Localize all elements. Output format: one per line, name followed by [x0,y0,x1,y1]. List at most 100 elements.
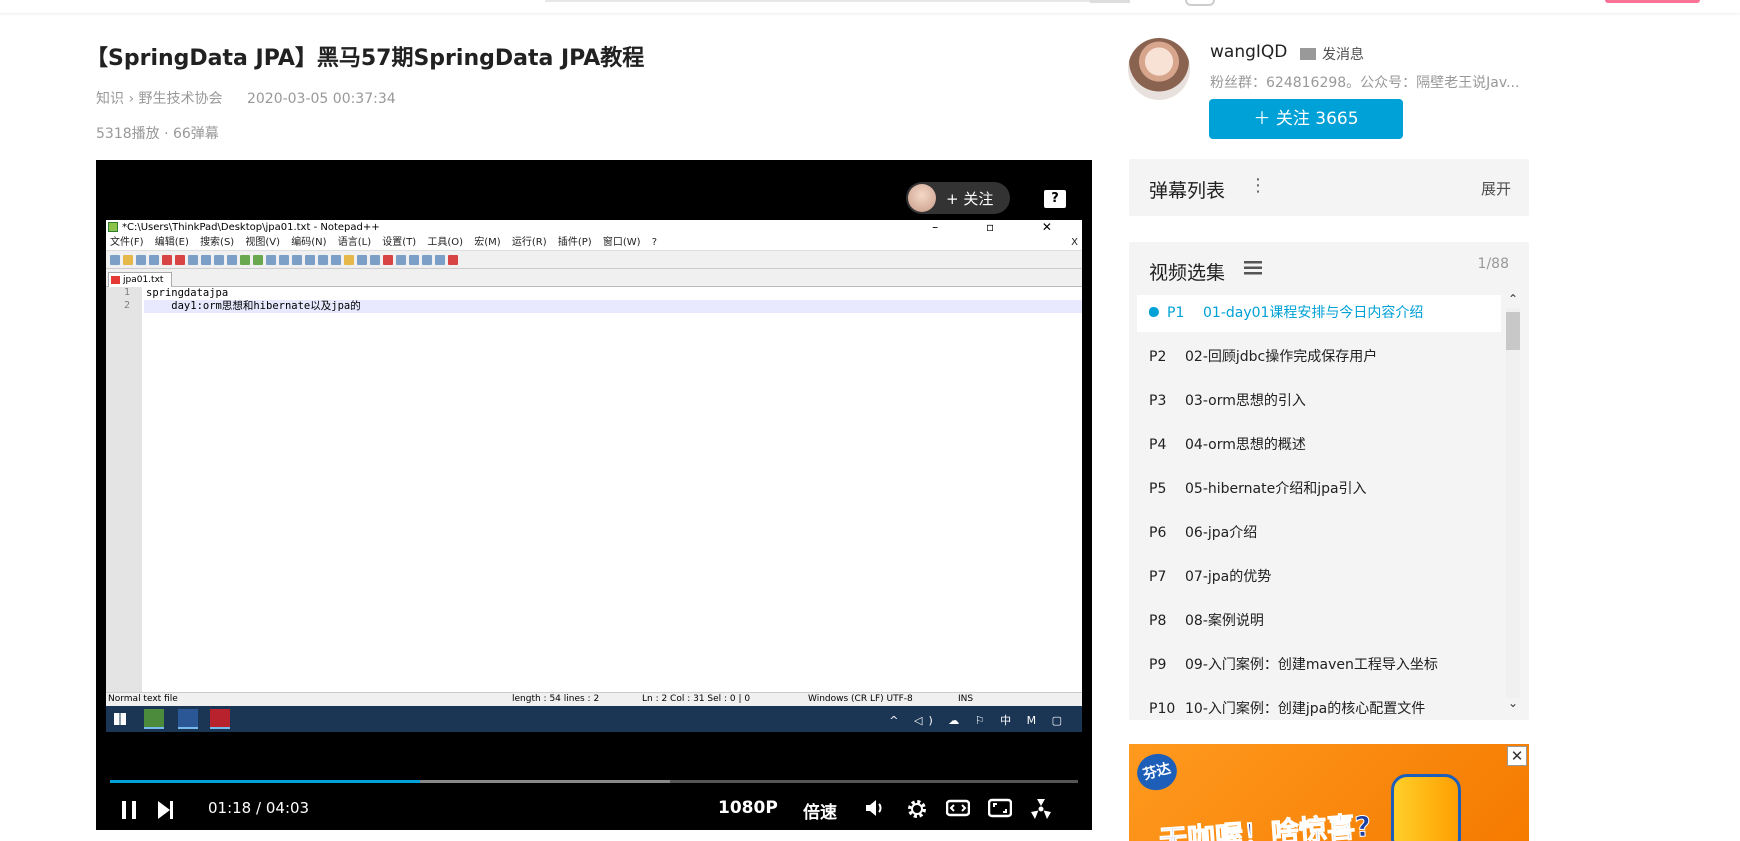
episode-item-active[interactable]: P1 01-day01课程安排与今日内容介绍 [1137,295,1501,332]
video-player[interactable]: + 关注 ? *C:\Users\ThinkPad\Desktop\jpa01.… [96,160,1092,830]
widescreen-icon[interactable] [945,798,971,821]
progress-played [110,780,420,783]
episode-item[interactable]: P4 04-orm思想的概述 [1137,427,1501,471]
episode-name: 02-回顾jdbc操作完成保存用户 [1185,349,1378,365]
episode-list-panel: 视频选集 1/88 P1 01-day01课程安排与今日内容介绍 P2 02-回顾j… [1129,242,1529,720]
episode-name: 06-jpa介绍 [1185,525,1258,541]
follow-button[interactable]: ＋ 关注 3665 [1209,99,1403,139]
notepad-statusbar: Normal text file length : 54 lines : 2 L… [106,692,1082,706]
sync-scroll-icon [318,254,328,265]
send-message-link[interactable]: 发消息 [1300,44,1364,64]
episode-number: P9 [1149,657,1167,673]
new-file-icon [110,254,120,265]
windows-taskbar: ^ ◁) ☁ ⚐ 中 M ▢ [106,706,1082,732]
episode-name: 09-入门案例：创建maven工程导入坐标 [1185,657,1438,673]
copy-icon [214,254,224,265]
code-line: springdatajpa [146,287,229,299]
notepad-menu-item: 窗口(W) [602,237,641,248]
code-area: springdatajpa day1:orm思想和hibernate以及jpa的 [144,287,1082,313]
chevron-up-icon[interactable]: ⌃ [1508,292,1518,306]
episode-list: P1 01-day01课程安排与今日内容介绍 P2 02-回顾jdbc操作完成保存用… [1137,295,1501,720]
episode-item[interactable]: P5 05-hibernate介绍和jpa引入 [1137,471,1501,515]
scrollbar-track[interactable] [1506,308,1520,698]
player-follow-button[interactable]: + 关注 [906,182,1010,214]
avatar[interactable] [1185,0,1215,6]
breadcrumb-subcategory[interactable]: 野生技术协会 [139,91,223,107]
pause-icon[interactable] [122,801,136,819]
volume-icon[interactable] [864,798,886,821]
save-macro-icon [435,254,445,265]
notepad-menu-item: 搜索(S) [200,237,235,248]
episode-item[interactable]: P8 08-案例说明 [1137,603,1501,647]
notepad-menu-item: 编辑(E) [154,237,189,248]
episode-item[interactable]: P6 06-jpa介绍 [1137,515,1501,559]
close-icon [162,254,172,265]
notepad-menu-item: 编码(N) [291,237,327,248]
search-button[interactable] [1090,0,1130,3]
episode-item[interactable]: P9 09-入门案例：创建maven工程导入坐标 [1137,647,1501,691]
record-macro-icon [383,254,393,265]
upload-button[interactable] [1605,0,1700,3]
playing-icon [1149,307,1159,317]
notepad-menu-item: 视图(V) [245,237,281,248]
drink-can-image [1391,774,1461,841]
web-fullscreen-icon[interactable] [987,798,1013,821]
indent-guide-icon [344,254,354,265]
uploader-avatar[interactable] [1128,38,1190,100]
notepad-menu-item: 文件(F) [110,237,144,248]
list-icon[interactable] [1244,261,1262,275]
notepad-title: *C:\Users\ThinkPad\Desktop\jpa01.txt - N… [122,222,380,233]
quality-button[interactable]: 1080P [718,798,778,818]
episode-list-title: 视频选集 [1149,262,1226,284]
episode-item[interactable]: P2 02-回顾jdbc操作完成保存用户 [1137,339,1501,383]
speed-button[interactable]: 倍速 [803,798,837,823]
notepad-menu-item: 设置(T) [382,237,417,248]
show-all-icon [357,254,367,265]
expand-danmaku-button[interactable]: 展开 [1481,178,1511,199]
close-icon[interactable]: ✕ [1507,746,1527,766]
status-filetype: Normal text file [108,694,178,704]
next-icon[interactable] [158,801,173,819]
episode-item[interactable]: P7 07-jpa的优势 [1137,559,1501,603]
episode-scrollbar[interactable]: ⌃ ⌄ [1504,292,1522,712]
status-mode: INS [958,694,974,704]
episode-item[interactable]: P10 10-入门案例：创建jpa的核心配置文件 [1137,691,1501,720]
notepad-file-tab: jpa01.txt [108,272,172,287]
breadcrumb-category[interactable]: 知识 [96,91,124,107]
fanta-logo: 芬达 [1133,749,1181,795]
replace-icon [279,254,289,265]
idea-task-icon [210,709,230,729]
progress-bar[interactable] [110,780,1078,783]
fullscreen-icon[interactable] [1030,798,1052,823]
line-number: 1 [123,287,130,298]
time-separator: / [256,799,262,817]
advertisement-banner[interactable]: 芬达 无咖喔！啥惊喜? ✕ [1129,744,1529,841]
line-number: 2 [123,300,130,311]
scrollbar-thumb[interactable] [1506,312,1520,350]
time-display: 01:18 / 04:03 [208,799,309,817]
breadcrumb-separator: › [128,91,135,107]
uploader-description: 粉丝群：624816298。公众号：隔壁老王说Jav... [1210,75,1520,91]
video-title: 【SpringData JPA】黑马57期SpringData JPA教程 [86,46,645,71]
save-all-icon [149,254,159,265]
chevron-down-icon[interactable]: ⌄ [1508,696,1518,710]
print-icon [188,254,198,265]
send-message-label: 发消息 [1322,47,1364,63]
uploader-name[interactable]: wangIQD [1210,42,1287,62]
notepad-titlebar: *C:\Users\ThinkPad\Desktop\jpa01.txt - N… [106,220,1082,235]
status-encoding: Windows (CR LF) UTF-8 [808,694,913,704]
gear-icon[interactable] [906,798,928,823]
line-number-gutter: 1 2 [106,287,142,692]
player-follow-label: + 关注 [946,189,994,208]
more-options-icon[interactable]: ⋮ [1249,175,1267,196]
run-macro-icon [422,254,432,265]
video-frame-notepad: *C:\Users\ThinkPad\Desktop\jpa01.txt - N… [106,220,1082,732]
notepad-menu-item: 语言(L) [337,237,372,248]
help-icon[interactable]: ? [1044,190,1066,208]
notepad-toolbar [106,251,1082,269]
episode-name: 08-案例说明 [1185,613,1264,629]
episode-item[interactable]: P3 03-orm思想的引入 [1137,383,1501,427]
video-stats: 5318播放 · 66弹幕 [96,126,219,142]
episode-number: P5 [1149,481,1167,497]
search-input[interactable] [545,0,1100,2]
